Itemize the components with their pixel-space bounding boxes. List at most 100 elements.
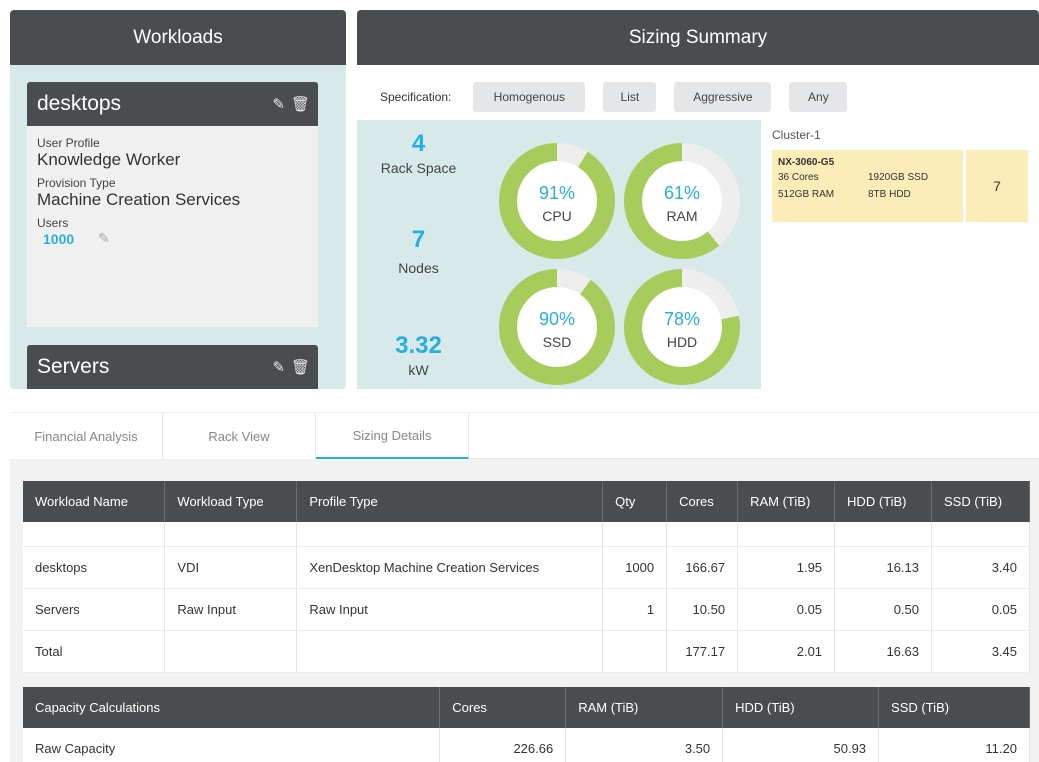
sizing-summary-panel: Sizing Summary Specification: Homogenous…: [357, 10, 1039, 389]
empty-cell: [296, 522, 604, 547]
table-cell: 1.95: [737, 546, 836, 589]
gauge-percent-ram: 61%: [664, 183, 700, 203]
user-profile-value: Knowledge Worker: [37, 150, 181, 169]
node-config-card[interactable]: NX-3060-G5 36 Cores 1920GB SSD 512GB RAM…: [772, 150, 963, 222]
table-cell: XenDesktop Machine Creation Services: [296, 546, 604, 589]
table-cell: 16.63: [834, 630, 932, 673]
node-model: NX-3060-G5: [778, 157, 835, 168]
table-cell: [602, 630, 668, 673]
table-cell: [164, 630, 298, 673]
tab-financial-analysis[interactable]: Financial Analysis: [10, 413, 163, 460]
table-cell: 50.93: [722, 728, 880, 762]
column-header: Cores: [666, 481, 739, 522]
workloads-panel: Workloads desktops ✎ 🗑 User Profile Know…: [10, 10, 346, 389]
table-cell: 0.05: [737, 588, 836, 631]
column-header: Cores: [439, 687, 567, 728]
column-header: Capacity Calculations: [23, 687, 441, 728]
nodes-value: 7: [411, 226, 426, 253]
workload-card-body: User Profile Knowledge Worker Provision …: [27, 126, 318, 327]
column-header: SSD (TiB): [931, 481, 1030, 522]
gauges-svg: 91% CPU 61% RAM 90% SSD 78% HDD: [499, 143, 740, 385]
gauge-percent-ssd: 90%: [539, 309, 575, 329]
table-cell: Servers: [23, 588, 166, 631]
specification-label: Specification:: [380, 90, 452, 104]
rack-space-label: Rack Space: [380, 160, 457, 176]
workload-card-header-servers[interactable]: Servers ✎ 🗑: [27, 345, 318, 389]
table-cell: 226.66: [439, 728, 567, 762]
tab-sizing-details[interactable]: Sizing Details: [316, 413, 469, 460]
empty-cell: [602, 522, 668, 547]
table-cell: Raw Input: [164, 588, 298, 631]
users-label: Users: [37, 216, 69, 230]
spec-homogenous-button[interactable]: Homogenous: [473, 82, 586, 112]
column-header: Workload Name: [23, 481, 166, 522]
provision-type-value: Machine Creation Services: [37, 190, 241, 209]
gauge-percent-hdd: 78%: [664, 309, 700, 329]
capacity-table: Capacity Calculations Cores RAM (TiB) HDD (…: [23, 687, 1030, 762]
tab-bar: Financial Analysis Rack View Sizing Deta…: [10, 412, 1039, 460]
column-header: RAM (TiB): [565, 687, 724, 728]
trash-icon[interactable]: 🗑: [291, 358, 310, 376]
table-cell: 0.50: [834, 588, 932, 631]
tab-rack-view[interactable]: Rack View: [163, 413, 316, 460]
column-header: Qty: [602, 481, 668, 522]
rack-space-value: 4: [411, 130, 426, 157]
column-header: Workload Type: [164, 481, 298, 522]
table-cell: 166.67: [666, 546, 739, 589]
table-cell: Raw Input: [296, 588, 604, 631]
gauge-label-ram: RAM: [666, 208, 697, 224]
column-header: HDD (TiB): [834, 481, 932, 522]
node-ssd: 1920GB SSD: [868, 172, 929, 183]
table-cell: desktops: [23, 546, 166, 589]
table-cell: 3.45: [931, 630, 1030, 673]
edit-users-icon[interactable]: ✎: [98, 230, 110, 247]
workload-name: Servers: [37, 355, 110, 378]
table-cell: VDI: [164, 546, 298, 589]
spec-any-button[interactable]: Any: [789, 82, 848, 112]
table-cell: 11.20: [878, 728, 1030, 762]
provision-type-label: Provision Type: [37, 176, 116, 190]
table-row: Total 177.17 2.01 16.63 3.45: [23, 630, 1030, 673]
empty-cell: [23, 522, 166, 547]
column-header: Profile Type: [296, 481, 604, 522]
user-profile-label: User Profile: [37, 136, 100, 150]
table-cell: 3.40: [931, 546, 1030, 589]
users-value: 1000: [43, 230, 75, 247]
workload-card-header-desktops[interactable]: desktops ✎ 🗑: [27, 82, 318, 126]
column-header: SSD (TiB): [878, 687, 1030, 728]
sizing-summary-title: Sizing Summary: [357, 10, 1039, 65]
gauge-percent-cpu: 91%: [539, 183, 575, 203]
table-row: Servers Raw Input Raw Input 1 10.50 0.05 0.50 0…: [23, 588, 1030, 631]
empty-cell: [666, 522, 739, 547]
cluster-area: Cluster-1 NX-3060-G5 36 Cores 1920GB SSD…: [761, 120, 1039, 389]
sizing-details-content: Workload Name Workload Type Profile Type Qt…: [10, 459, 1039, 762]
table-row: desktops VDI XenDesktop Machine Creation S…: [23, 546, 1030, 589]
node-ram: 512GB RAM: [778, 189, 835, 200]
trash-icon[interactable]: 🗑: [291, 95, 310, 113]
workload-table: Workload Name Workload Type Profile Type Qt…: [23, 481, 1030, 673]
specification-row: Specification: Homogenous List Aggressiv…: [357, 75, 1039, 119]
metrics-column: 4 Rack Space 7 Nodes 3.32 kW: [357, 120, 480, 389]
workloads-title: Workloads: [10, 10, 346, 65]
empty-cell: [834, 522, 932, 547]
table-cell: 1000: [602, 546, 668, 589]
spec-aggressive-button[interactable]: Aggressive: [674, 82, 772, 112]
gauge-label-cpu: CPU: [542, 208, 572, 224]
utilization-gauges: 91% CPU 61% RAM 90% SSD 78% HDD: [480, 120, 761, 389]
edit-icon[interactable]: ✎: [272, 95, 285, 113]
column-header: HDD (TiB): [722, 687, 880, 728]
gauge-label-hdd: HDD: [667, 334, 697, 350]
table-row: Raw Capacity 226.66 3.50 50.93 11.20: [23, 728, 1030, 762]
empty-cell: [737, 522, 836, 547]
spacer-row: [23, 522, 1030, 547]
workload-name: desktops: [37, 92, 122, 115]
cluster-name: Cluster-1: [772, 128, 821, 142]
table-cell: 16.13: [834, 546, 932, 589]
edit-icon[interactable]: ✎: [272, 358, 285, 376]
table-cell: [296, 630, 604, 673]
node-hdd: 8TB HDD: [868, 189, 911, 200]
node-count: 7: [966, 150, 1028, 222]
column-header: RAM (TiB): [737, 481, 836, 522]
spec-list-button[interactable]: List: [603, 82, 657, 112]
table-cell: Total: [23, 630, 166, 673]
